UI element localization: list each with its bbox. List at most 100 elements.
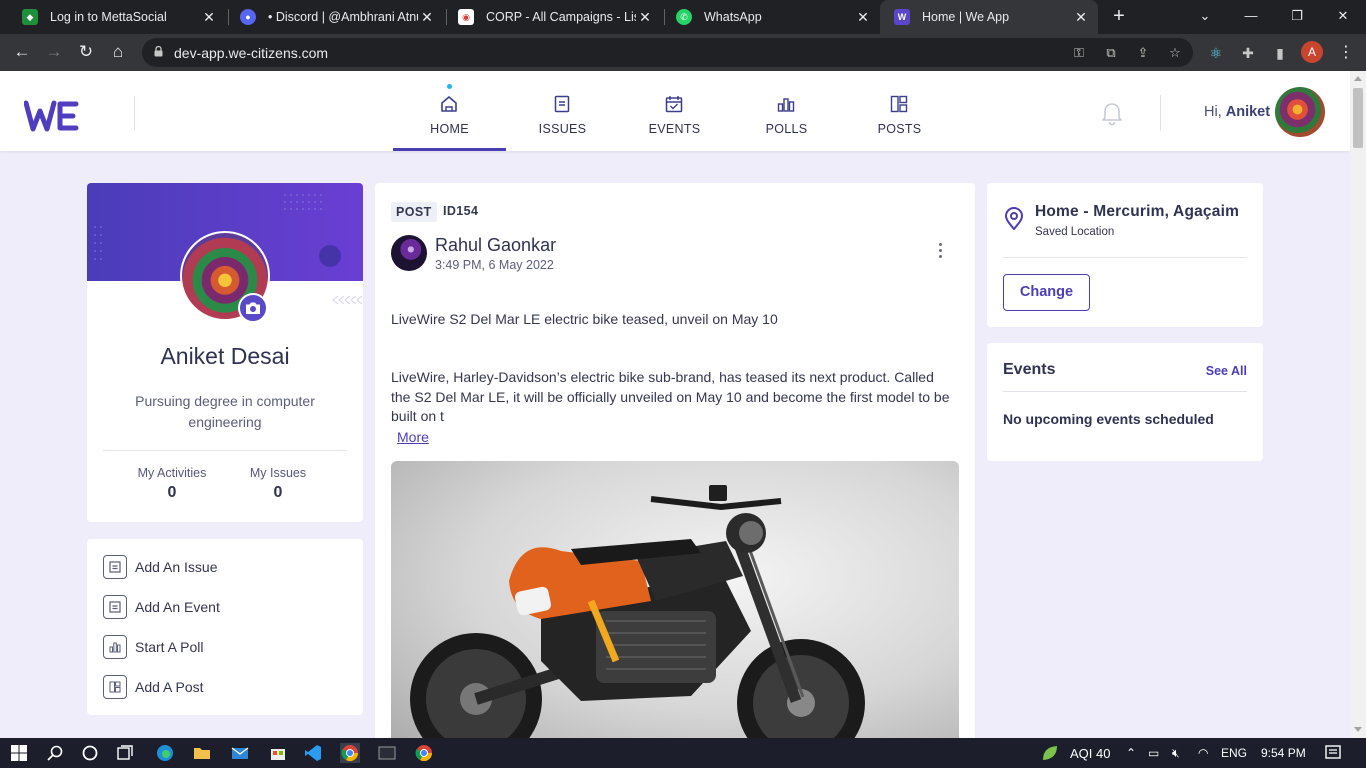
change-photo-camera-icon[interactable]: [238, 293, 268, 323]
system-clock[interactable]: 9:54 PM: [1261, 746, 1306, 760]
side-panel-icon[interactable]: ▮: [1270, 43, 1290, 63]
notification-center-icon[interactable]: [1323, 743, 1343, 763]
task-view-icon[interactable]: [115, 743, 135, 763]
stat-my-activities[interactable]: My Activities 0: [132, 466, 212, 502]
issue-icon: [103, 555, 127, 579]
scrollbar-thumb[interactable]: [1353, 88, 1363, 148]
browser-tab-whatsapp[interactable]: ✆ WhatsApp ✕: [662, 0, 880, 34]
chrome-icon[interactable]: [414, 743, 434, 763]
stat-value: 0: [273, 484, 283, 501]
polls-icon: [777, 98, 795, 112]
vscode-icon[interactable]: [303, 743, 323, 763]
see-all-events-link[interactable]: See All: [1206, 364, 1247, 378]
microsoft-store-icon[interactable]: [268, 743, 288, 763]
minimize-icon[interactable]: —: [1228, 0, 1274, 34]
author-avatar[interactable]: [391, 235, 427, 271]
post-body: LiveWire, Harley-Davidson’s electric bik…: [391, 369, 950, 424]
tab-search-chevron-icon[interactable]: ⌄: [1182, 0, 1228, 34]
post-image-motorcycle[interactable]: [391, 461, 959, 738]
restore-icon[interactable]: ❐: [1274, 0, 1320, 34]
discord-favicon-icon: ●: [240, 9, 256, 25]
post-options-menu-icon[interactable]: [936, 243, 944, 261]
windows-taskbar: AQI 40 ⌃ ▭ 🔇︎ ◠ ENG 9:54 PM: [0, 738, 1366, 768]
nav-events-label: EVENTS: [648, 122, 701, 136]
reload-icon[interactable]: ↻: [73, 40, 99, 66]
volume-muted-icon[interactable]: 🔇︎: [1172, 746, 1180, 761]
windows-start-icon[interactable]: [9, 743, 29, 763]
close-tab-icon[interactable]: ✕: [418, 9, 436, 26]
edge-browser-icon[interactable]: [155, 743, 175, 763]
window-close-icon[interactable]: ✕: [1320, 0, 1366, 34]
scroll-up-arrow-icon[interactable]: [1354, 76, 1362, 81]
extensions-puzzle-icon[interactable]: ✚: [1238, 43, 1258, 63]
chrome-active-icon[interactable]: [340, 743, 360, 763]
back-arrow-icon[interactable]: ←: [9, 40, 35, 66]
stat-label: My Issues: [249, 466, 307, 480]
battery-icon[interactable]: ▭: [1148, 746, 1159, 760]
show-hidden-icons-chevron-icon[interactable]: ⌃: [1126, 746, 1136, 760]
we-logo[interactable]: [24, 99, 80, 133]
bookmark-star-icon[interactable]: ☆: [1166, 44, 1184, 62]
profile-divider: [103, 450, 347, 451]
wifi-icon[interactable]: ◠: [1198, 746, 1208, 760]
start-poll-button[interactable]: Start A Poll: [103, 635, 203, 659]
notification-bell-icon[interactable]: [1100, 100, 1124, 126]
browser-tab-corp[interactable]: ◉ CORP - All Campaigns - List | ✕: [444, 0, 662, 34]
home-icon: [441, 96, 457, 112]
new-tab-plus-icon[interactable]: +: [1108, 6, 1130, 28]
quick-actions-card: Add An Issue Add An Event Start A Poll A…: [87, 539, 363, 715]
add-event-button[interactable]: Add An Event: [103, 595, 220, 619]
nav-events[interactable]: EVENTS: [618, 71, 731, 151]
input-language[interactable]: ENG: [1221, 746, 1247, 760]
share-icon[interactable]: ⇪: [1134, 44, 1152, 62]
mail-icon[interactable]: [230, 743, 250, 763]
nav-home[interactable]: HOME: [393, 71, 506, 151]
app-header: HOME ISSUES EVENTS POLLS POSTS Hi, Anike…: [0, 71, 1350, 151]
author-name[interactable]: Rahul Gaonkar: [435, 235, 556, 256]
profile-name: Aniket Desai: [160, 343, 290, 369]
location-name: Home - Mercurim, Agaçaim: [1035, 203, 1240, 220]
post-headline: LiveWire S2 Del Mar LE electric bike tea…: [391, 311, 778, 327]
address-bar[interactable]: dev-app.we-citizens.com ⚿ ⧉ ⇪ ☆: [142, 38, 1193, 67]
cortana-circle-icon[interactable]: [80, 743, 100, 763]
nav-polls[interactable]: POLLS: [730, 71, 843, 151]
nav-issues[interactable]: ISSUES: [506, 71, 619, 151]
tab-title: • Discord | @Ambhrani Atnur: [268, 10, 418, 24]
browser-tab-mettasocial[interactable]: ◆ Log in to MettaSocial ✕: [8, 0, 226, 34]
user-avatar[interactable]: [1275, 87, 1325, 137]
post-type-badge: POST: [391, 202, 437, 222]
browser-tab-we-app[interactable]: W Home | We App ✕: [880, 0, 1098, 34]
nav-posts[interactable]: POSTS: [843, 71, 956, 151]
aqi-leaf-icon[interactable]: [1040, 743, 1060, 763]
close-tab-icon[interactable]: ✕: [200, 9, 218, 26]
event-icon: [103, 595, 127, 619]
read-more-link[interactable]: More: [397, 429, 429, 445]
nav-polls-label: POLLS: [765, 122, 808, 136]
browser-tab-discord[interactable]: ● • Discord | @Ambhrani Atnur ✕: [226, 0, 444, 34]
file-explorer-icon[interactable]: [192, 743, 212, 763]
add-post-button[interactable]: Add A Post: [103, 675, 204, 699]
browser-menu-icon[interactable]: ⋮: [1338, 42, 1354, 62]
header-divider: [1160, 95, 1161, 131]
active-tab-underline: [393, 148, 506, 151]
react-devtools-icon[interactable]: ⚛: [1206, 43, 1226, 63]
profile-bio: Pursuing degree in computer engineering: [135, 393, 315, 430]
page-scrollbar[interactable]: [1350, 71, 1366, 738]
browser-profile-avatar[interactable]: A: [1301, 41, 1323, 63]
close-tab-icon[interactable]: ✕: [636, 9, 654, 26]
open-external-icon[interactable]: ⧉: [1102, 44, 1120, 62]
add-issue-button[interactable]: Add An Issue: [103, 555, 218, 579]
home-browser-icon[interactable]: ⌂: [105, 40, 131, 66]
posts-icon: [890, 95, 908, 113]
forward-arrow-icon[interactable]: →: [41, 40, 67, 66]
key-icon[interactable]: ⚿: [1070, 44, 1088, 62]
close-tab-icon[interactable]: ✕: [1072, 9, 1090, 26]
close-tab-icon[interactable]: ✕: [854, 9, 872, 26]
kali-terminal-icon[interactable]: [377, 743, 397, 763]
stat-my-issues[interactable]: My Issues 0: [240, 466, 316, 502]
we-app-favicon-icon: W: [894, 9, 910, 25]
change-location-button[interactable]: Change: [1003, 274, 1090, 311]
search-icon[interactable]: [45, 743, 65, 763]
scroll-down-arrow-icon[interactable]: [1354, 727, 1362, 732]
aqi-value[interactable]: AQI 40: [1070, 746, 1110, 761]
